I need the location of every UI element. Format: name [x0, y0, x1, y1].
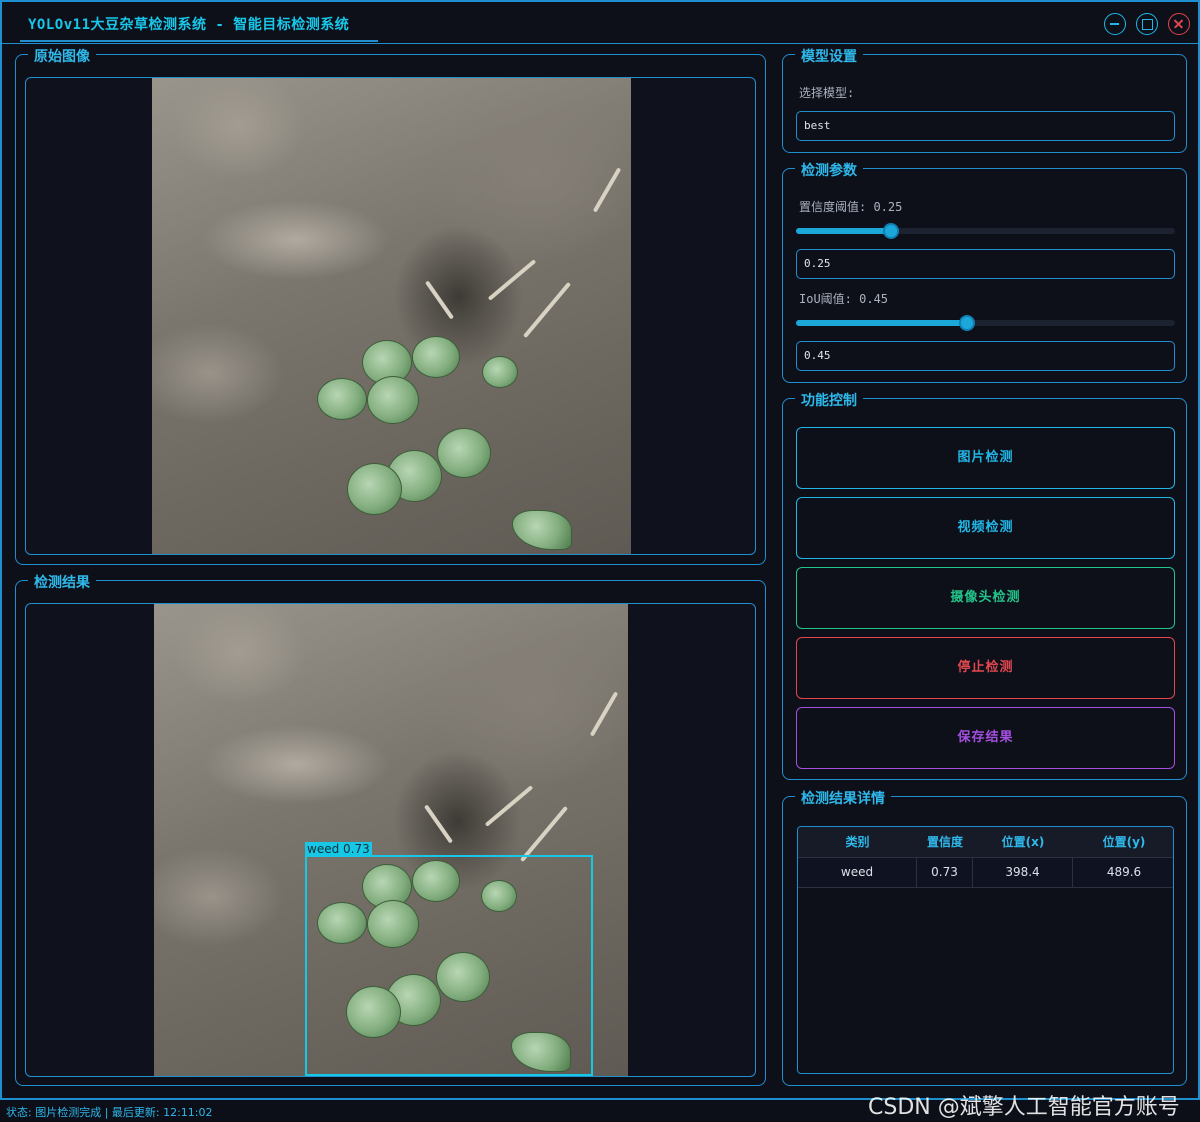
camera-detect-button[interactable]: 摄像头检测 [796, 567, 1175, 629]
select-model-label: 选择模型: [799, 86, 855, 100]
leaf [482, 356, 518, 388]
results-detail-title: 检测结果详情 [795, 788, 891, 808]
table-header: 类别 置信度 位置(x) 位置(y) [798, 827, 1173, 858]
video-detect-button[interactable]: 视频检测 [796, 497, 1175, 559]
detection-params-title: 检测参数 [795, 160, 863, 180]
cell-class: weed [798, 858, 917, 887]
leaf [367, 376, 419, 424]
confidence-slider[interactable] [796, 223, 1175, 239]
straw [484, 785, 534, 827]
confidence-input[interactable]: 0.25 [796, 249, 1175, 279]
confidence-slider-fill [796, 228, 891, 234]
table-row[interactable]: weed 0.73 398.4 489.6 [798, 858, 1173, 888]
original-image-frame [25, 77, 756, 555]
leaf [317, 378, 367, 420]
status-bar: 状态: 图片检测完成 | 最后更新: 12:11:02 [6, 1106, 213, 1119]
header-y[interactable]: 位置(y) [1073, 827, 1173, 858]
detection-box: weed 0.73 [305, 842, 593, 1076]
window-title: YOLOv11大豆杂草检测系统 - 智能目标检测系统 [28, 17, 350, 33]
leaf [412, 336, 460, 378]
leaf [512, 510, 572, 550]
original-image-panel: 原始图像 [15, 46, 766, 565]
cell-confidence: 0.73 [917, 858, 973, 887]
result-image-frame: weed 0.73 [25, 603, 756, 1077]
leaf [347, 463, 402, 515]
confidence-label: 置信度阈值: 0.25 [799, 200, 903, 214]
header-class[interactable]: 类别 [798, 827, 917, 858]
straw [589, 691, 619, 737]
straw [519, 805, 569, 863]
header-confidence[interactable]: 置信度 [917, 827, 973, 858]
iou-input[interactable]: 0.45 [796, 341, 1175, 371]
straw [592, 167, 622, 213]
close-icon[interactable] [1168, 13, 1190, 35]
controls-title: 功能控制 [795, 390, 863, 410]
straw [424, 280, 455, 320]
result-image-panel: 检测结果 weed 0.73 [15, 572, 766, 1086]
result-image-title: 检测结果 [28, 572, 96, 592]
title-bar: YOLOv11大豆杂草检测系统 - 智能目标检测系统 [2, 2, 1198, 44]
iou-label: IoU阈值: 0.45 [799, 292, 889, 306]
iou-slider-fill [796, 320, 967, 326]
straw [487, 259, 537, 301]
original-image-title: 原始图像 [28, 46, 96, 66]
stop-detect-button[interactable]: 停止检测 [796, 637, 1175, 699]
title-underline [20, 40, 378, 42]
original-image [152, 78, 631, 554]
watermark: CSDN @斌擎人工智能官方账号 [868, 1095, 1180, 1120]
save-results-button[interactable]: 保存结果 [796, 707, 1175, 769]
cell-y: 489.6 [1106, 865, 1142, 879]
main-window: YOLOv11大豆杂草检测系统 - 智能目标检测系统 原始图像 检测结果 wee… [0, 0, 1200, 1100]
model-select[interactable]: best [796, 111, 1175, 141]
confidence-slider-handle[interactable] [882, 223, 899, 239]
straw [423, 804, 454, 844]
header-x[interactable]: 位置(x) [973, 827, 1073, 858]
results-table: 类别 置信度 位置(x) 位置(y) weed 0.73 398.4 489.6 [797, 826, 1174, 1074]
image-detect-button[interactable]: 图片检测 [796, 427, 1175, 489]
minimize-icon[interactable] [1104, 13, 1126, 35]
maximize-icon[interactable] [1136, 13, 1158, 35]
iou-slider-handle[interactable] [958, 315, 975, 331]
cell-x: 398.4 [973, 858, 1073, 887]
leaf [437, 428, 491, 478]
straw [522, 281, 572, 339]
model-settings-title: 模型设置 [795, 46, 863, 66]
detection-box-label: weed 0.73 [305, 842, 372, 856]
result-image: weed 0.73 [154, 604, 628, 1076]
iou-slider[interactable] [796, 315, 1175, 331]
